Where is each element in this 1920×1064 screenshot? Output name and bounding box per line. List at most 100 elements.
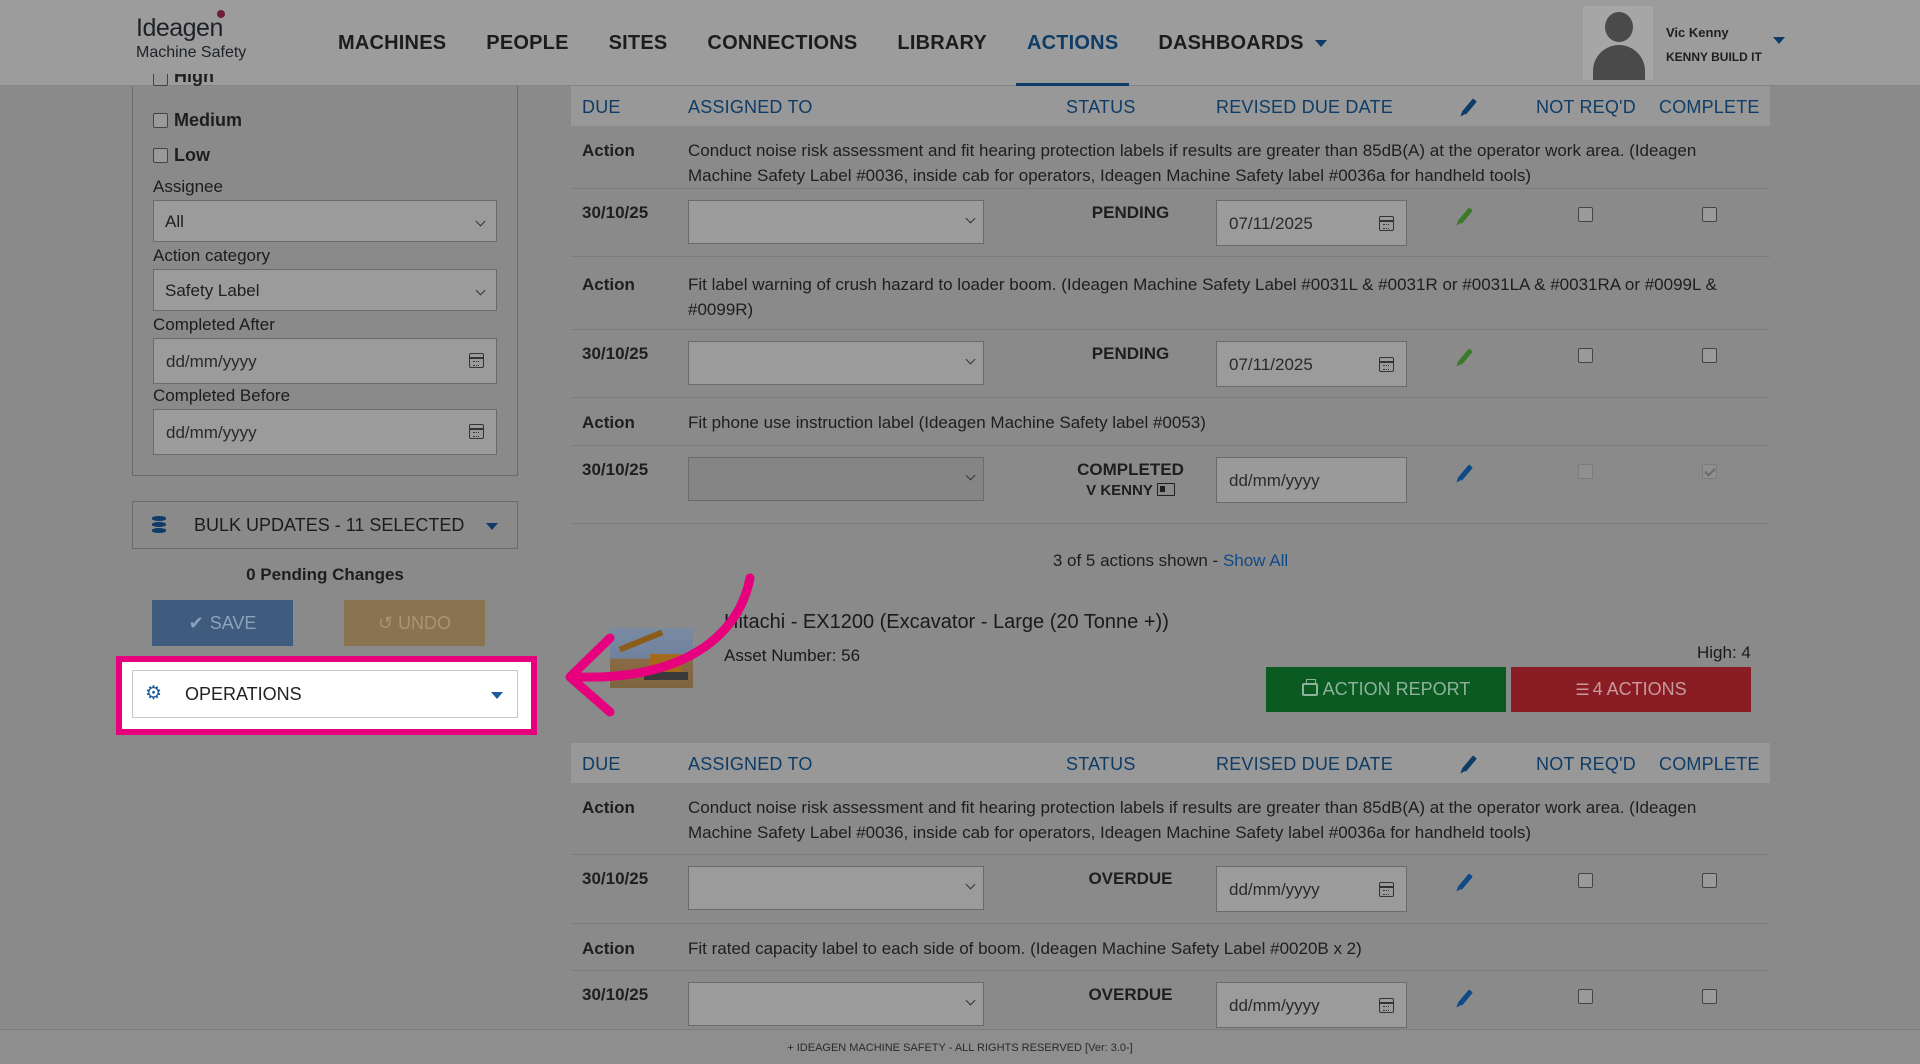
calendar-icon[interactable] xyxy=(1379,216,1394,231)
calendar-icon[interactable] xyxy=(1379,882,1394,897)
high-checkbox[interactable] xyxy=(153,74,168,86)
complete-checkbox[interactable] xyxy=(1702,873,1717,888)
operations-dropdown[interactable]: ⚙ OPERATIONS xyxy=(132,670,518,718)
col-assigned[interactable]: ASSIGNED TO xyxy=(688,754,813,775)
col-not-reqd[interactable]: NOT REQ'D xyxy=(1536,97,1636,118)
nav-people[interactable]: PEOPLE xyxy=(466,0,588,86)
chevron-down-icon xyxy=(491,692,503,699)
chevron-down-icon xyxy=(965,995,976,1006)
low-checkbox[interactable] xyxy=(153,148,168,163)
action-report-button[interactable]: ACTION REPORT xyxy=(1266,667,1506,712)
category-select[interactable]: Safety Label xyxy=(153,269,497,311)
col-due[interactable]: DUE xyxy=(582,754,621,775)
not-reqd-checkbox[interactable] xyxy=(1578,989,1593,1004)
col-complete[interactable]: COMPLETE xyxy=(1659,97,1760,118)
user-name[interactable]: Vic Kenny xyxy=(1666,25,1729,40)
show-all-link[interactable]: Show All xyxy=(1223,551,1288,570)
nav-library[interactable]: LIBRARY xyxy=(877,0,1007,86)
nav-dashboards[interactable]: DASHBOARDS xyxy=(1138,0,1346,86)
filter-medium[interactable]: Medium xyxy=(153,110,242,131)
col-status[interactable]: STATUS xyxy=(1066,754,1136,775)
col-revised[interactable]: REVISED DUE DATE xyxy=(1216,754,1393,775)
col-complete[interactable]: COMPLETE xyxy=(1659,754,1760,775)
revised-date-input[interactable]: 07/11/2025 xyxy=(1216,200,1407,246)
complete-checkbox[interactable] xyxy=(1702,348,1717,363)
assign-select[interactable] xyxy=(688,341,984,385)
assign-select[interactable] xyxy=(688,457,984,501)
due-date: 30/10/25 xyxy=(582,460,649,479)
col-status[interactable]: STATUS xyxy=(1066,97,1136,118)
not-reqd-checkbox[interactable] xyxy=(1578,873,1593,888)
medium-label: Medium xyxy=(174,110,243,130)
status-text: COMPLETED xyxy=(1077,460,1184,479)
revised-date-input[interactable]: 07/11/2025 xyxy=(1216,341,1407,387)
filter-low[interactable]: Low xyxy=(153,145,210,166)
action-report-label: ACTION REPORT xyxy=(1322,679,1471,699)
edit-pencil-icon[interactable] xyxy=(1458,464,1473,486)
id-card-icon[interactable] xyxy=(1156,483,1175,496)
due-date: 30/10/25 xyxy=(582,344,649,363)
not-reqd-checkbox[interactable] xyxy=(1578,207,1593,222)
action-text: Fit label warning of crush hazard to loa… xyxy=(688,275,1717,319)
bulk-updates-dropdown[interactable]: BULK UPDATES - 11 SELECTED xyxy=(132,501,518,549)
actions-count-button[interactable]: ☰ 4 ACTIONS xyxy=(1511,667,1751,712)
action-text: Conduct noise risk assessment and fit he… xyxy=(688,798,1697,842)
undo-icon: ↺ xyxy=(377,612,394,633)
calendar-icon[interactable] xyxy=(469,353,484,368)
col-assigned[interactable]: ASSIGNED TO xyxy=(688,97,813,118)
action-row: Action Conduct noise risk assessment and… xyxy=(571,126,1770,189)
high-count: High: 4 xyxy=(1697,643,1751,662)
not-reqd-checkbox[interactable] xyxy=(1578,464,1593,479)
complete-checkbox[interactable] xyxy=(1702,464,1717,479)
completed-after-input[interactable]: dd/mm/yyyy xyxy=(153,338,497,384)
nav-actions[interactable]: ACTIONS xyxy=(1007,0,1138,86)
action-label: Action xyxy=(582,798,635,817)
edit-pencil-icon[interactable] xyxy=(1462,98,1477,120)
due-date: 30/10/25 xyxy=(582,203,649,222)
undo-button[interactable]: ↺ UNDO xyxy=(344,600,485,646)
assign-select[interactable] xyxy=(688,200,984,244)
filter-high[interactable]: High xyxy=(153,74,214,90)
annotation-arrow-icon xyxy=(565,573,755,717)
nav-connections[interactable]: CONNECTIONS xyxy=(687,0,877,86)
revised-date-input[interactable]: dd/mm/yyyy xyxy=(1216,457,1407,503)
app-logo[interactable]: Ideagen Machine Safety xyxy=(136,10,266,62)
complete-checkbox[interactable] xyxy=(1702,989,1717,1004)
nav-sites[interactable]: SITES xyxy=(589,0,688,86)
calendar-icon[interactable] xyxy=(469,424,484,439)
due-date: 30/10/25 xyxy=(582,985,649,1004)
complete-checkbox[interactable] xyxy=(1702,207,1717,222)
nav-machines[interactable]: MACHINES xyxy=(318,0,466,86)
col-revised[interactable]: REVISED DUE DATE xyxy=(1216,97,1393,118)
revised-date-input[interactable]: dd/mm/yyyy xyxy=(1216,866,1407,912)
assign-select[interactable] xyxy=(688,982,984,1026)
user-menu-chevron-icon[interactable] xyxy=(1773,37,1785,44)
revised-date-input[interactable]: dd/mm/yyyy xyxy=(1216,982,1407,1028)
asset-title[interactable]: Hitachi - EX1200 (Excavator - Large (20 … xyxy=(724,611,1169,634)
calendar-icon[interactable] xyxy=(1379,998,1394,1013)
col-not-reqd[interactable]: NOT REQ'D xyxy=(1536,754,1636,775)
check-icon: ✔ xyxy=(188,612,204,633)
action-label: Action xyxy=(582,141,635,160)
medium-checkbox[interactable] xyxy=(153,113,168,128)
col-due[interactable]: DUE xyxy=(582,97,621,118)
edit-pencil-icon[interactable] xyxy=(1458,873,1473,895)
completed-before-input[interactable]: dd/mm/yyyy xyxy=(153,409,497,455)
edit-pencil-icon[interactable] xyxy=(1458,989,1473,1011)
status-text: OVERDUE xyxy=(1088,985,1173,1004)
save-button[interactable]: ✔ SAVE xyxy=(152,600,293,646)
assign-select[interactable] xyxy=(688,866,984,910)
not-reqd-checkbox[interactable] xyxy=(1578,348,1593,363)
due-row: 30/10/25 OVERDUE dd/mm/yyyy xyxy=(571,855,1770,924)
edit-pencil-icon[interactable] xyxy=(1462,755,1477,777)
avatar[interactable] xyxy=(1583,6,1653,80)
edit-pencil-icon[interactable] xyxy=(1458,348,1473,370)
chevron-down-icon xyxy=(965,213,976,224)
edit-pencil-icon[interactable] xyxy=(1458,207,1473,229)
completed-before-placeholder: dd/mm/yyyy xyxy=(166,423,257,442)
calendar-icon[interactable] xyxy=(1379,357,1394,372)
assignee-select[interactable]: All xyxy=(153,200,497,242)
logo-subtitle: Machine Safety xyxy=(136,44,247,61)
due-row: 30/10/25 PENDING 07/11/2025 xyxy=(571,189,1770,257)
top-header: Ideagen Machine Safety MACHINES PEOPLE S… xyxy=(0,0,1920,86)
